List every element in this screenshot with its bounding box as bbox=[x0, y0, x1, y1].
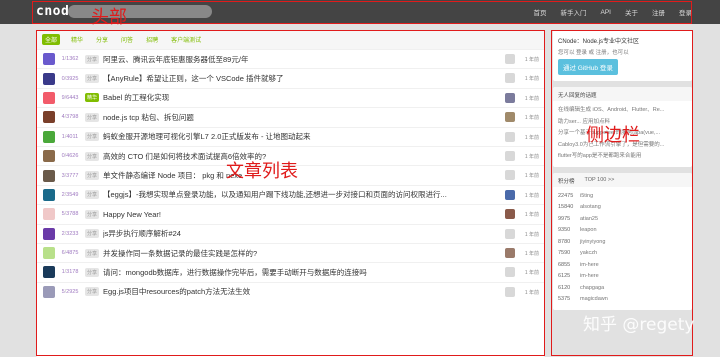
zhihu-watermark: 知乎 @regety bbox=[583, 315, 695, 335]
sidebar-annotation-box bbox=[551, 30, 693, 356]
main-annotation-label: 文章列表 bbox=[226, 161, 298, 182]
main-annotation-box bbox=[36, 30, 545, 356]
header-annotation-box bbox=[32, 1, 692, 24]
sidebar-annotation-label: 侧边栏 bbox=[586, 125, 640, 146]
header-annotation-label: 头部 bbox=[91, 7, 127, 28]
